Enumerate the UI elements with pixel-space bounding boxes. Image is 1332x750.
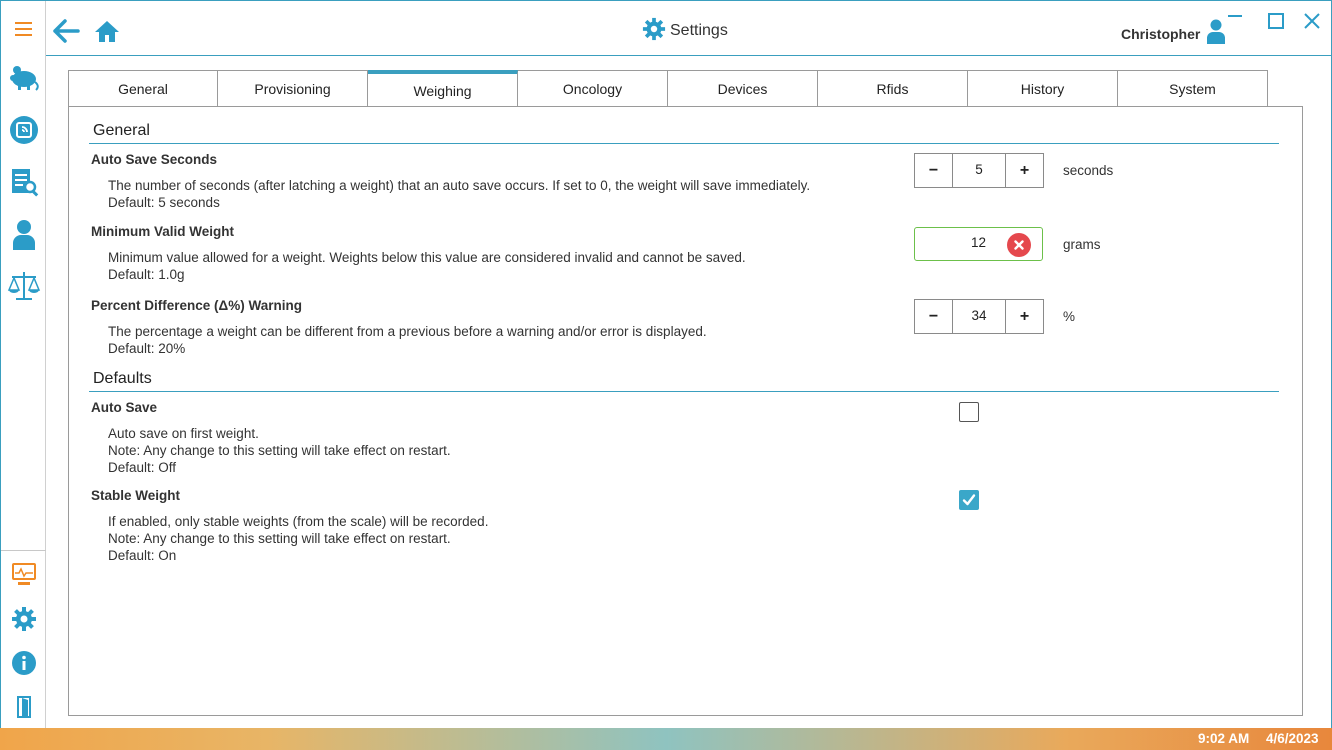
stepper-value[interactable]: 34 <box>952 300 1006 333</box>
auto-save-checkbox[interactable] <box>959 402 979 422</box>
increment-button[interactable]: + <box>1006 300 1043 333</box>
maximize-button[interactable] <box>1264 9 1288 33</box>
sidebar-divider <box>1 550 46 551</box>
user-name: Christopher <box>1121 25 1201 42</box>
tab-history[interactable]: History <box>968 70 1118 107</box>
menu-icon[interactable] <box>1 9 46 49</box>
unit-label: grams <box>1063 237 1101 252</box>
description-line: Minimum value allowed for a weight. Weig… <box>108 250 746 265</box>
close-button[interactable] <box>1300 9 1324 33</box>
section-title-general: General <box>93 122 150 139</box>
settings-tabs: General Provisioning Weighing Oncology D… <box>68 70 1268 108</box>
back-arrow-icon[interactable] <box>52 17 80 45</box>
unit-label: % <box>1063 309 1076 324</box>
tab-oncology[interactable]: Oncology <box>518 70 668 107</box>
tab-rfids[interactable]: Rfids <box>818 70 968 107</box>
decrement-button[interactable]: − <box>915 154 952 187</box>
description-line: If enabled, only stable weights (from th… <box>108 514 489 529</box>
default-line: Default: 5 seconds <box>108 195 220 210</box>
stable-weight-description: If enabled, only stable weights (from th… <box>108 513 488 564</box>
percent-difference-stepper: − 34 + <box>914 299 1044 334</box>
decrement-button[interactable]: − <box>915 300 952 333</box>
tab-provisioning[interactable]: Provisioning <box>218 70 368 107</box>
settings-gear-icon <box>642 17 666 46</box>
status-time: 9:02 AM <box>1198 731 1250 746</box>
minimize-button[interactable] <box>1223 9 1247 33</box>
default-line: Default: 20% <box>108 341 186 356</box>
status-date: 4/6/2023 <box>1266 731 1319 746</box>
exit-door-icon[interactable] <box>1 687 46 727</box>
weighing-settings-panel: General Auto Save Seconds The number of … <box>68 106 1303 716</box>
tab-general[interactable]: General <box>68 70 218 107</box>
auto-save-description: Auto save on first weight. Note: Any cha… <box>108 425 451 476</box>
description-line: The percentage a weight can be different… <box>108 324 707 339</box>
increment-button[interactable]: + <box>1006 154 1043 187</box>
page-title: Settings <box>642 17 728 46</box>
percent-difference-description: The percentage a weight can be different… <box>108 323 707 357</box>
section-divider <box>89 391 1279 392</box>
stable-weight-checkbox[interactable] <box>959 490 979 510</box>
auto-save-label: Auto Save <box>91 400 158 415</box>
auto-save-seconds-description: The number of seconds (after latching a … <box>108 177 810 211</box>
description-line: The number of seconds (after latching a … <box>108 178 811 193</box>
document-search-icon[interactable] <box>1 162 46 202</box>
default-line: Default: On <box>108 548 177 563</box>
gear-icon[interactable] <box>1 599 46 639</box>
mouse-icon[interactable] <box>1 57 46 97</box>
home-icon[interactable] <box>94 19 120 45</box>
note-line: Note: Any change to this setting will ta… <box>108 443 451 458</box>
tab-system[interactable]: System <box>1118 70 1268 107</box>
default-line: Default: Off <box>108 460 177 475</box>
user-account[interactable]: Christopher <box>1121 19 1226 48</box>
unit-label: seconds <box>1063 163 1114 178</box>
monitor-icon[interactable] <box>1 554 46 594</box>
auto-save-seconds-stepper: − 5 + <box>914 153 1044 188</box>
section-divider <box>89 143 1279 144</box>
tab-devices[interactable]: Devices <box>668 70 818 107</box>
checkmark-icon <box>962 494 976 506</box>
default-line: Default: 1.0g <box>108 267 185 282</box>
status-bar: 9:02 AM 4/6/2023 <box>0 728 1332 750</box>
tab-weighing[interactable]: Weighing <box>368 70 518 108</box>
left-sidebar <box>1 1 46 728</box>
min-valid-weight-input[interactable]: 12 <box>914 227 1043 261</box>
stepper-value[interactable]: 5 <box>952 154 1006 187</box>
note-line: Note: Any change to this setting will ta… <box>108 531 451 546</box>
info-icon[interactable] <box>1 643 46 683</box>
section-title-defaults: Defaults <box>93 370 152 387</box>
min-valid-weight-label: Minimum Valid Weight <box>91 224 235 239</box>
description-line: Auto save on first weight. <box>108 426 259 441</box>
scan-icon[interactable] <box>1 110 46 150</box>
page-title-text: Settings <box>670 22 728 39</box>
clear-icon[interactable] <box>1007 233 1031 257</box>
person-icon[interactable] <box>1 215 46 255</box>
scale-icon[interactable] <box>1 266 46 306</box>
percent-difference-label: Percent Difference (Δ%) Warning <box>91 298 302 313</box>
min-valid-weight-description: Minimum value allowed for a weight. Weig… <box>108 249 746 283</box>
auto-save-seconds-label: Auto Save Seconds <box>91 152 218 167</box>
stable-weight-label: Stable Weight <box>91 488 181 503</box>
top-bar: Settings Christopher <box>46 1 1331 56</box>
